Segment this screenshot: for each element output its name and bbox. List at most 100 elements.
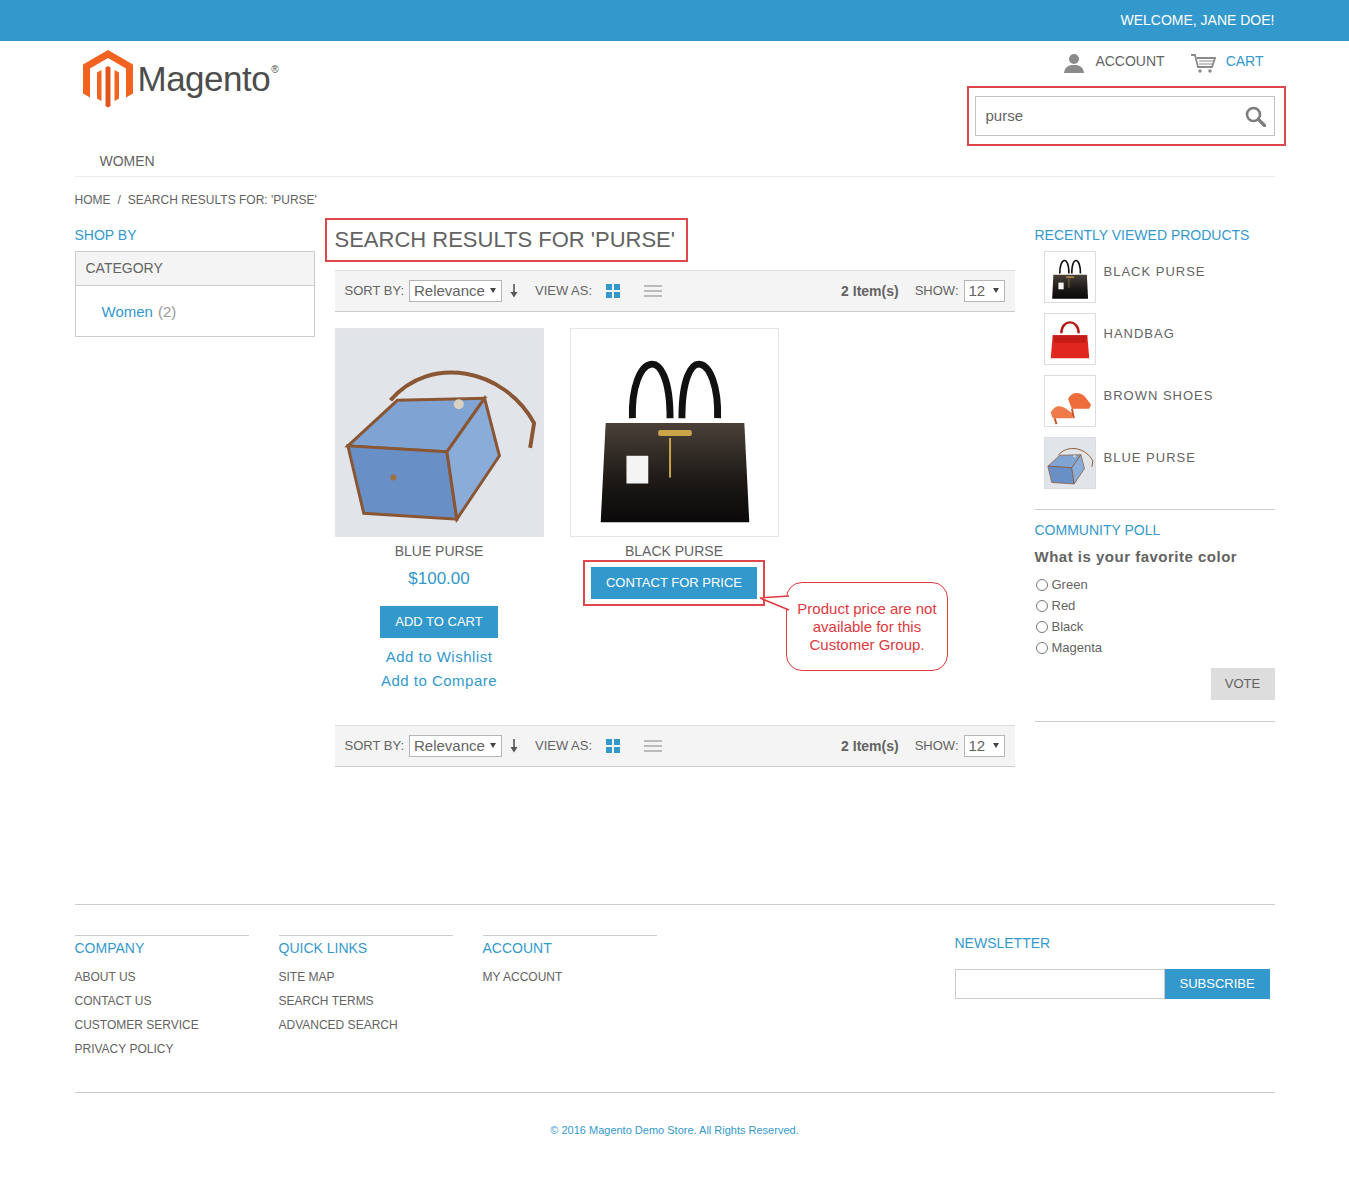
- poll-option-label: Red: [1052, 595, 1076, 616]
- recent-thumbnail[interactable]: [1044, 375, 1096, 427]
- recent-title: RECENTLY VIEWED PRODUCTS: [1035, 218, 1275, 243]
- show-select[interactable]: 12: [964, 280, 1005, 302]
- search-input[interactable]: [984, 104, 1245, 129]
- poll-option-label: Black: [1052, 616, 1084, 637]
- product-card: BLUE PURSE $100.00 ADD TO CART Add to Wishl…: [335, 328, 544, 693]
- grid-view-state-icon: [606, 739, 620, 753]
- sort-select[interactable]: Relevance: [409, 280, 502, 302]
- logo-mark: ®: [271, 62, 278, 77]
- footer-link[interactable]: CUSTOMER SERVICE: [75, 1013, 249, 1037]
- footer-links: ABOUT USCONTACT USCUSTOMER SERVICEPRIVAC…: [75, 965, 249, 1061]
- account-link[interactable]: ACCOUNT: [1063, 51, 1164, 72]
- list-view-icon[interactable]: [644, 284, 662, 298]
- divider: [1035, 721, 1275, 722]
- breadcrumb: HOME / SEARCH RESULTS FOR: 'PURSE': [75, 191, 1275, 209]
- show-select[interactable]: 12: [964, 735, 1005, 757]
- sort-direction-icon[interactable]: [510, 284, 518, 298]
- shop-by-title: SHOP BY: [75, 218, 315, 243]
- grid-view-icon[interactable]: [606, 284, 620, 298]
- add-to-cart-button[interactable]: ADD TO CART: [380, 606, 497, 638]
- footer-column: COMPANYABOUT USCONTACT USCUSTOMER SERVIC…: [75, 935, 249, 1061]
- view-label: VIEW AS:: [535, 281, 592, 301]
- poll-options: GreenRedBlackMagenta: [1035, 574, 1275, 658]
- product-name[interactable]: BLACK PURSE: [625, 543, 723, 559]
- top-bar: WELCOME, JANE DOE!: [0, 0, 1349, 41]
- page: Magento ® ACCOUNT CART WOMEN HOME / SEARCH…: [75, 41, 1275, 1178]
- footer-column-title: QUICK LINKS: [279, 936, 453, 956]
- footer-link[interactable]: SEARCH TERMS: [279, 989, 453, 1013]
- footer-column: ACCOUNT MY ACCOUNT: [483, 935, 657, 1061]
- sort-label: SORT BY:: [345, 281, 405, 301]
- poll-option[interactable]: Green: [1035, 574, 1275, 595]
- nav-item[interactable]: WOMEN: [100, 151, 155, 172]
- poll-radio[interactable]: [1036, 642, 1048, 654]
- item-count: 2 Item(s): [841, 736, 899, 757]
- contact-for-price-button[interactable]: CONTACT FOR PRICE: [591, 567, 757, 599]
- poll-radio[interactable]: [1036, 579, 1048, 591]
- poll-radio[interactable]: [1036, 621, 1048, 633]
- breadcrumb-separator: /: [118, 191, 121, 209]
- sort-select[interactable]: Relevance: [409, 735, 502, 757]
- callout-pointer-icon: [758, 586, 790, 614]
- newsletter-input[interactable]: [955, 969, 1165, 999]
- product-name[interactable]: BLUE PURSE: [395, 543, 484, 559]
- poll-question: What is your favorite color: [1035, 547, 1275, 567]
- product-image[interactable]: [570, 328, 779, 537]
- recent-thumbnail[interactable]: [1044, 313, 1096, 365]
- product-image[interactable]: [335, 328, 544, 537]
- logo[interactable]: Magento ®: [75, 50, 279, 107]
- recent-thumbnail[interactable]: [1044, 437, 1096, 489]
- cart-link[interactable]: CART: [1190, 51, 1264, 72]
- poll-option[interactable]: Red: [1035, 595, 1275, 616]
- recent-name[interactable]: HANDBAG: [1104, 313, 1175, 344]
- category-link[interactable]: Women: [102, 302, 153, 322]
- footer-link[interactable]: ADVANCED SEARCH: [279, 1013, 453, 1037]
- sort-label: SORT BY:: [345, 736, 405, 756]
- vote-button[interactable]: VOTE: [1211, 668, 1275, 700]
- recent-name[interactable]: BROWN SHOES: [1104, 375, 1214, 406]
- product-price: $100.00: [408, 567, 469, 591]
- compare-link[interactable]: Add to Compare: [381, 669, 497, 693]
- poll-option[interactable]: Black: [1035, 616, 1275, 637]
- title-highlight: SEARCH RESULTS FOR 'PURSE': [325, 218, 689, 262]
- footer-links: MY ACCOUNT: [483, 965, 657, 989]
- content: SHOP BY CATEGORY Women(2) SEARCH RESULTS…: [75, 218, 1275, 767]
- magento-logo-icon: [83, 50, 133, 108]
- footer-link[interactable]: SITE MAP: [279, 965, 453, 989]
- show-label: SHOW:: [915, 281, 959, 301]
- main-nav: WOMEN: [75, 146, 1275, 177]
- recent-thumbnail[interactable]: [1044, 251, 1096, 303]
- wishlist-link[interactable]: Add to Wishlist: [381, 645, 497, 669]
- right-sidebar: RECENTLY VIEWED PRODUCTS BLACK PURSE HAND…: [1035, 218, 1275, 722]
- header: Magento ® ACCOUNT CART: [75, 41, 1275, 146]
- footer-link[interactable]: PRIVACY POLICY: [75, 1037, 249, 1061]
- poll-radio[interactable]: [1036, 600, 1048, 612]
- list-view-state-icon: [644, 284, 662, 298]
- category-count: (2): [158, 302, 176, 322]
- recent-item: BROWN SHOES: [1035, 375, 1275, 427]
- sort-direction-icon[interactable]: [510, 739, 518, 753]
- magnifier-icon[interactable]: [1245, 106, 1266, 127]
- footer-link[interactable]: ABOUT US: [75, 965, 249, 989]
- price-callout: Product price are not available for this…: [786, 582, 948, 671]
- sidebar: SHOP BY CATEGORY Women(2): [75, 218, 315, 337]
- recent-item: HANDBAG: [1035, 313, 1275, 365]
- poll-option[interactable]: Magenta: [1035, 637, 1275, 658]
- recent-name[interactable]: BLUE PURSE: [1104, 437, 1196, 468]
- cart-icon: [1190, 51, 1216, 72]
- show-value: 12: [969, 281, 986, 301]
- footer-column-title: ACCOUNT: [483, 936, 657, 956]
- subscribe-button[interactable]: SUBSCRIBE: [1165, 969, 1270, 999]
- show-value: 12: [969, 736, 986, 756]
- footer-link[interactable]: MY ACCOUNT: [483, 965, 657, 989]
- breadcrumb-item[interactable]: HOME: [75, 191, 111, 209]
- footer-link[interactable]: CONTACT US: [75, 989, 249, 1013]
- recent-name[interactable]: BLACK PURSE: [1104, 251, 1206, 282]
- list-view-icon[interactable]: [644, 739, 662, 753]
- show-label: SHOW:: [915, 736, 959, 756]
- grid-view-state-icon: [606, 284, 620, 298]
- results-title: SEARCH RESULTS FOR 'PURSE': [335, 225, 676, 255]
- grid-view-icon[interactable]: [606, 739, 620, 753]
- sort-value: Relevance: [414, 736, 485, 756]
- breadcrumb-item: SEARCH RESULTS FOR: 'PURSE': [128, 191, 317, 209]
